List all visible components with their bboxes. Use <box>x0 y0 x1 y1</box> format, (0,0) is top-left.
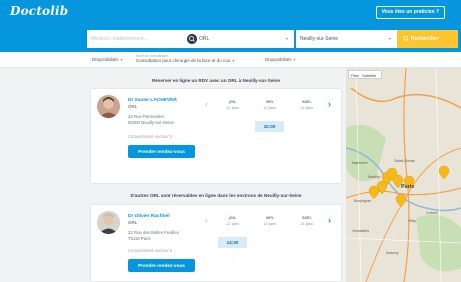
time-slot: - <box>268 258 271 263</box>
time-slot: - <box>268 240 271 245</box>
day-label: ven. <box>265 99 275 104</box>
filter-bar: Disponibilités ▾ Motif de consultation Co… <box>0 52 461 68</box>
location-field[interactable]: Neuilly-sur-Seine ▾ <box>296 30 397 48</box>
doctor-specialty: ORL <box>128 104 138 109</box>
chevron-down-icon: ▾ <box>232 58 235 63</box>
section-title: D'autres ORL sont réservables en ligne d… <box>130 193 302 198</box>
chevron-right-icon[interactable]: › <box>328 100 331 109</box>
section-title: Réserver en ligne un RDV avec un ORL à N… <box>151 78 281 83</box>
time-slot: - <box>305 172 308 177</box>
time-slot: - <box>231 140 234 145</box>
search-button[interactable]: Rechercher <box>397 30 458 48</box>
map-label: Boulogne <box>354 198 371 203</box>
chevron-down-icon: ▾ <box>388 36 391 41</box>
time-slot: - <box>305 258 308 263</box>
time-slot: - <box>231 156 234 161</box>
specialty-search-field[interactable]: Médecin, établissement... ORL ▾ <box>87 30 294 48</box>
day-header: ven. 13 janv. <box>252 215 288 226</box>
day-date: 12 janv. <box>226 221 240 226</box>
day-label: ven. <box>265 215 275 220</box>
chevron-left-icon[interactable]: ‹ <box>205 216 208 225</box>
map-label: Versailles <box>352 228 370 233</box>
chevron-down-icon: ▾ <box>120 57 123 62</box>
day-label: sam. <box>302 99 312 104</box>
availability-filter-label: Disponibilités <box>92 57 119 62</box>
doctor-card: Dr Xavier LACHEVER ORL 33 Rue Parmentier… <box>90 88 342 184</box>
map-label: Créteil <box>426 210 438 215</box>
book-appointment-button[interactable]: Prendre rendez-vous <box>128 145 195 158</box>
day-date: 13 janv. <box>263 105 277 110</box>
results-list: Réserver en ligne un RDV avec un ORL à N… <box>90 68 342 282</box>
day-date: 14 janv. <box>300 221 314 226</box>
chevron-right-icon[interactable]: › <box>328 216 331 225</box>
day-label: sam. <box>302 215 312 220</box>
avatar <box>97 211 120 234</box>
doctor-convention: Conventionné secteur 2 <box>128 134 173 139</box>
doctor-convention: Conventionné secteur 2 <box>128 248 173 253</box>
time-slot: - <box>305 240 308 245</box>
doctor-address-line2: 75116 Paris <box>128 236 151 241</box>
time-slot: - <box>305 124 308 129</box>
chevron-down-icon: ▾ <box>293 57 296 62</box>
map-label: Neuilly <box>368 174 381 179</box>
day-header: jeu. 12 janv. <box>215 99 251 110</box>
day-label: jeu. <box>229 99 237 104</box>
location-value: Neuilly-sur-Seine <box>300 36 339 42</box>
top-navbar: Doctolib Vous êtes un praticien ? <box>0 0 461 26</box>
day-date: 13 janv. <box>263 221 277 226</box>
time-slot: - <box>231 172 234 177</box>
region-filter-label: Disponibilités <box>265 57 292 62</box>
map-label: Paris <box>401 184 415 190</box>
doctor-specialty: ORL <box>128 220 138 225</box>
doctor-card: Dr Olivier Rachtiel ORL 22 Rue des Belle… <box>90 204 342 282</box>
consultation-filter[interactable]: Motif de consultation Consultation pour … <box>136 54 234 63</box>
doctolib-logo[interactable]: Doctolib <box>10 4 68 18</box>
name-search-placeholder: Médecin, établissement... <box>91 36 148 42</box>
doctor-name[interactable]: Dr Xavier LACHEVER <box>128 98 177 103</box>
map-label: Saint-Denis <box>394 158 415 163</box>
specialty-icon <box>187 34 197 44</box>
region-filter[interactable]: Disponibilités ▾ <box>265 57 296 62</box>
map-type-toggle[interactable]: Plan Satellite <box>348 70 383 79</box>
chevron-down-icon: ▾ <box>285 36 288 41</box>
chevron-left-icon[interactable]: ‹ <box>205 100 208 109</box>
map-label: Antony <box>386 250 399 255</box>
day-date: 12 janv. <box>226 105 240 110</box>
map-panel[interactable]: Plan Satellite Saint-Denis Neuilly Paris … <box>346 68 461 282</box>
day-date: 14 janv. <box>300 105 314 110</box>
map-canvas <box>346 68 461 282</box>
time-slot: - <box>305 140 308 145</box>
consultation-filter-value: Consultation pour chirurgie de la face e… <box>136 58 231 63</box>
specialty-value: ORL <box>199 36 210 42</box>
day-header: sam. 14 janv. <box>289 215 325 226</box>
book-appointment-button[interactable]: Prendre rendez-vous <box>128 259 195 272</box>
day-header: sam. 14 janv. <box>289 99 325 110</box>
time-slot: - <box>305 156 308 161</box>
doctor-address-line1: 22 Rue des Belles Feuilles <box>128 230 179 235</box>
doctor-name[interactable]: Dr Olivier Rachtiel <box>128 214 170 219</box>
time-slot: - <box>231 124 234 129</box>
availability-filter[interactable]: Disponibilités ▾ <box>92 57 123 62</box>
map-plan-option[interactable]: Plan <box>351 73 359 78</box>
time-slot: - <box>268 140 271 145</box>
search-button-label: Rechercher <box>411 36 439 42</box>
day-header: jeu. 12 janv. <box>215 215 251 226</box>
practitioner-button[interactable]: Vous êtes un praticien ? <box>375 6 445 19</box>
doctor-address-line1: 33 Rue Parmentier <box>128 114 165 119</box>
search-bar: Médecin, établissement... ORL ▾ Neuilly-… <box>0 26 461 52</box>
time-slot: - <box>268 156 271 161</box>
map-label: Vitry <box>408 218 416 223</box>
map-label: Nanterre <box>352 160 368 165</box>
avatar <box>97 95 120 118</box>
time-slot[interactable]: 14:30 <box>218 237 247 248</box>
day-label: jeu. <box>229 215 237 220</box>
day-header: ven. 13 janv. <box>252 99 288 110</box>
time-slot: - <box>268 172 271 177</box>
doctor-address-line2: 92200 Neuilly-sur-Seine <box>128 120 174 125</box>
time-slot: - <box>231 258 234 263</box>
map-satellite-option[interactable]: Satellite <box>362 73 376 78</box>
time-slot[interactable]: 10:00 <box>255 121 284 132</box>
